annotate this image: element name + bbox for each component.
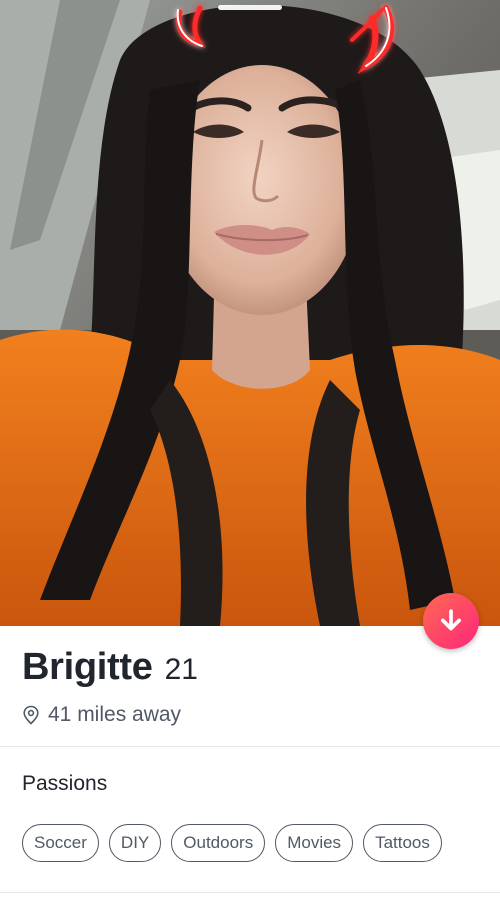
divider — [0, 892, 500, 893]
divider — [0, 746, 500, 747]
passions-heading: Passions — [22, 772, 108, 795]
passion-chip: Outdoors — [171, 824, 266, 862]
profile-name: Brigitte — [22, 646, 153, 688]
photo-pager-indicator[interactable] — [218, 5, 282, 10]
passion-chip: Movies — [275, 824, 354, 862]
photo-illustration — [0, 0, 500, 626]
profile-age: 21 — [164, 653, 198, 686]
profile-screen: Brigitte 21 41 miles away Passions Socce… — [0, 0, 500, 911]
arrow-down-icon — [441, 609, 461, 631]
distance-row: 41 miles away — [22, 702, 181, 728]
profile-photo[interactable] — [0, 0, 500, 626]
passion-chip: DIY — [108, 824, 162, 862]
location-pin-icon — [23, 705, 39, 725]
passion-chip: Tattoos — [363, 824, 442, 862]
passions-list: Soccer DIY Outdoors Movies Tattoos — [22, 824, 442, 862]
distance-text: 41 miles away — [48, 703, 182, 726]
collapse-profile-button[interactable] — [423, 593, 479, 649]
name-age-row: Brigitte 21 — [22, 646, 198, 694]
passion-chip: Soccer — [22, 824, 99, 862]
